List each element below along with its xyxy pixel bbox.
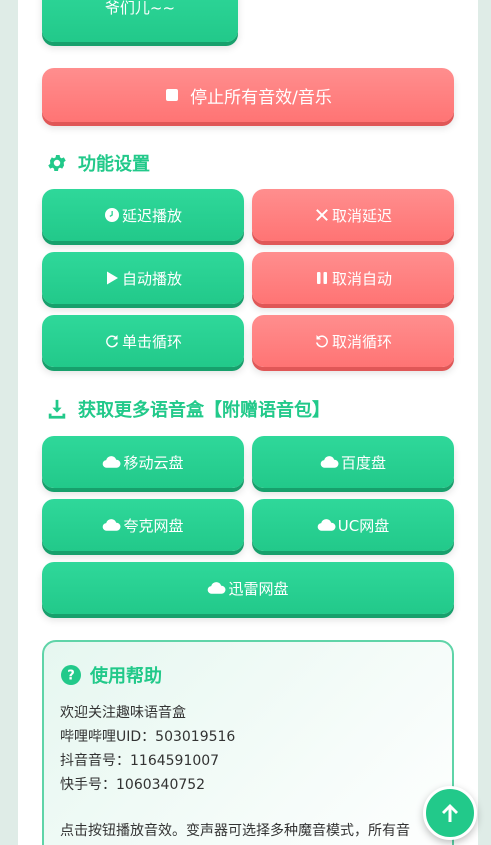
baidu-pan-button[interactable]: 百度盘 (252, 436, 454, 488)
mobile-cloud-label: 移动云盘 (123, 453, 184, 472)
baidu-pan-label: 百度盘 (340, 453, 386, 472)
redo-icon (104, 333, 120, 349)
delay-play-button[interactable]: 延迟播放 (42, 189, 244, 241)
settings-title-text: 功能设置 (78, 154, 150, 175)
help-line-bilibili: 哔哩哔哩UID：503019516 (60, 729, 236, 745)
mobile-cloud-button[interactable]: 移动云盘 (42, 436, 244, 488)
sound-button-yemener[interactable]: 爷们儿~~ (42, 0, 238, 42)
help-line-welcome: 欢迎关注趣味语音盒 (60, 705, 186, 721)
cloud-icon (320, 454, 339, 470)
cancel-delay-label: 取消延迟 (331, 206, 392, 225)
single-loop-label: 单击循环 (121, 332, 182, 351)
gear-icon (46, 152, 68, 174)
delay-play-label: 延迟播放 (121, 206, 182, 225)
cancel-loop-button[interactable]: 取消循环 (252, 315, 454, 367)
download-icon (46, 398, 68, 420)
svg-text:?: ? (67, 669, 75, 684)
help-line-instructions: 点击按钮播放音效。变声器可选择多种魔音模式，所有音 (60, 823, 410, 839)
quark-pan-label: 夸克网盘 (123, 516, 184, 535)
quark-pan-button[interactable]: 夸克网盘 (42, 499, 244, 551)
question-circle-icon: ? (60, 664, 82, 686)
stop-all-button[interactable]: 停止所有音效/音乐 (42, 68, 454, 122)
xunlei-pan-label: 迅雷网盘 (228, 579, 289, 598)
cancel-loop-label: 取消循环 (331, 332, 392, 351)
auto-play-label: 自动播放 (121, 269, 182, 288)
auto-play-button[interactable]: 自动播放 (42, 252, 244, 304)
uc-pan-label: UC网盘 (337, 516, 390, 535)
undo-icon (314, 333, 330, 349)
downloads-title-text: 获取更多语音盒【附赠语音包】 (78, 400, 330, 421)
cancel-auto-label: 取消自动 (331, 269, 392, 288)
cloud-icon (102, 517, 121, 533)
downloads-section-title: 获取更多语音盒【附赠语音包】 (46, 396, 330, 422)
cancel-delay-button[interactable]: 取消延迟 (252, 189, 454, 241)
help-line-kuaishou: 快手号：1060340752 (60, 777, 206, 793)
help-box: ? 使用帮助 欢迎关注趣味语音盒 哔哩哔哩UID：503019516 抖音音号：… (42, 640, 454, 845)
cloud-icon (317, 517, 336, 533)
cloud-icon (207, 580, 226, 596)
help-line-douyin: 抖音音号：1164591007 (60, 753, 220, 769)
clock-icon (104, 207, 120, 223)
uc-pan-button[interactable]: UC网盘 (252, 499, 454, 551)
back-to-top-button[interactable] (423, 786, 477, 840)
help-title: ? 使用帮助 (60, 662, 162, 688)
pause-icon (314, 270, 330, 286)
single-loop-button[interactable]: 单击循环 (42, 315, 244, 367)
help-title-text: 使用帮助 (90, 666, 162, 687)
xunlei-pan-button[interactable]: 迅雷网盘 (42, 562, 454, 614)
sound-button-label: 爷们儿~~ (104, 0, 176, 17)
arrow-up-icon (438, 801, 462, 825)
cancel-auto-button[interactable]: 取消自动 (252, 252, 454, 304)
play-icon (104, 270, 120, 286)
cloud-icon (102, 454, 121, 470)
stop-all-label: 停止所有音效/音乐 (190, 87, 332, 108)
stop-icon (164, 87, 180, 103)
settings-section-title: 功能设置 (46, 150, 150, 176)
close-icon (314, 207, 330, 223)
